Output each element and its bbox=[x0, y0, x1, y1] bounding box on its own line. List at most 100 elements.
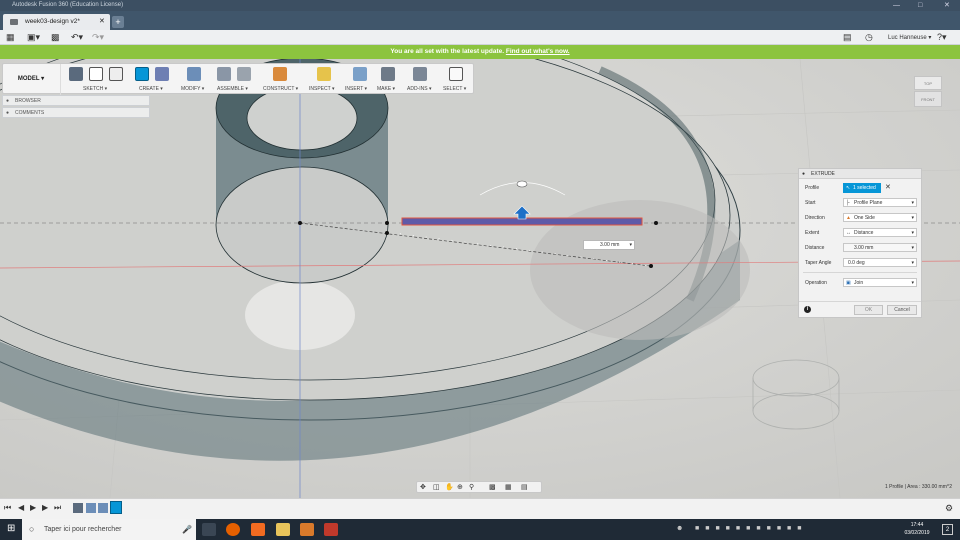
people-icon[interactable]: ☻ bbox=[676, 525, 683, 532]
timeline-settings-icon[interactable]: ⚙ bbox=[945, 503, 953, 514]
clear-selection-icon[interactable]: ✕ bbox=[885, 183, 891, 191]
orbit-icon[interactable]: ✥ bbox=[420, 483, 426, 491]
look-at-icon[interactable]: ◫ bbox=[433, 483, 440, 491]
sketch-menu[interactable]: SKETCH ▾ bbox=[83, 86, 107, 92]
app-icon[interactable] bbox=[300, 523, 314, 536]
extrude-icon[interactable] bbox=[135, 67, 149, 81]
pan-icon[interactable]: ✋ bbox=[445, 483, 454, 491]
play-icon[interactable]: ▶ bbox=[30, 503, 36, 512]
new-tab-button[interactable]: + bbox=[112, 16, 124, 28]
app-icon[interactable] bbox=[324, 523, 338, 536]
construct-group[interactable]: CONSTRUCT ▾ bbox=[261, 64, 305, 95]
extrude-title-bar[interactable]: ● EXTRUDE bbox=[799, 169, 921, 179]
scripts-icon[interactable] bbox=[413, 67, 427, 81]
ok-button[interactable]: OK bbox=[854, 305, 883, 315]
create-sketch-icon[interactable] bbox=[69, 67, 83, 81]
task-view-icon[interactable] bbox=[202, 523, 216, 536]
file-explorer-icon[interactable] bbox=[276, 523, 290, 536]
joint-icon[interactable] bbox=[237, 67, 251, 81]
collapse-icon[interactable]: ● bbox=[802, 169, 805, 179]
taskbar-search[interactable]: ○ Taper ici pour rechercher 🎤 bbox=[22, 519, 196, 540]
measure-icon[interactable] bbox=[317, 67, 331, 81]
banner-link[interactable]: Find out what's now. bbox=[506, 48, 570, 55]
zoom-icon[interactable]: ⊕ bbox=[457, 483, 463, 491]
offset-plane-icon[interactable] bbox=[273, 67, 287, 81]
viewcube[interactable]: TOP FRONT bbox=[914, 76, 942, 108]
profile-selection-button[interactable]: ↖ 1 selected bbox=[843, 183, 881, 193]
assemble-menu[interactable]: ASSEMBLE ▾ bbox=[217, 86, 248, 92]
new-component-icon[interactable] bbox=[217, 67, 231, 81]
viewcube-top[interactable]: TOP bbox=[914, 76, 942, 90]
press-pull-icon[interactable] bbox=[187, 67, 201, 81]
sketch-group[interactable]: SKETCH ▾ bbox=[61, 64, 127, 95]
rectangle-icon[interactable] bbox=[109, 67, 123, 81]
save-icon[interactable]: ▩ bbox=[51, 32, 60, 43]
undo-icon[interactable]: ↶▾ bbox=[71, 32, 83, 43]
redo-icon[interactable]: ↷▾ bbox=[92, 32, 104, 43]
info-icon[interactable]: i bbox=[804, 306, 811, 313]
firefox-icon[interactable] bbox=[226, 523, 240, 536]
insert-image-icon[interactable] bbox=[353, 67, 367, 81]
taper-angle-input[interactable]: 0.0 deg ▾ bbox=[843, 258, 917, 267]
job-status-icon[interactable]: ▤ bbox=[843, 32, 852, 43]
timeline-extrude-icon[interactable] bbox=[98, 503, 108, 513]
expand-icon[interactable]: ● bbox=[6, 108, 9, 118]
viewports-icon[interactable]: ▤ bbox=[521, 483, 528, 491]
maximize-icon[interactable]: □ bbox=[918, 0, 922, 11]
select-group[interactable]: SELECT ▾ bbox=[441, 64, 473, 95]
distance-input[interactable]: 3.00 mm ▾ bbox=[843, 243, 917, 252]
workspace-switcher[interactable]: MODEL ▾ bbox=[3, 64, 61, 95]
direction-select[interactable]: ▲ One Side ▾ bbox=[843, 213, 917, 222]
timeline-active-feature-icon[interactable] bbox=[110, 501, 122, 514]
clock-icon[interactable]: ◷ bbox=[865, 32, 873, 43]
select-icon[interactable] bbox=[449, 67, 463, 81]
microphone-icon[interactable]: 🎤 bbox=[182, 519, 192, 540]
3d-print-icon[interactable] bbox=[381, 67, 395, 81]
user-menu[interactable]: Luc Hanneuse ▾ bbox=[888, 34, 931, 41]
create-menu[interactable]: CREATE ▾ bbox=[139, 86, 163, 92]
document-tab[interactable]: week03-design v2* ✕ bbox=[3, 14, 110, 30]
start-select[interactable]: ├ Profile Plane ▾ bbox=[843, 198, 917, 207]
create-group[interactable]: CREATE ▾ bbox=[131, 64, 175, 95]
fusion-360-icon[interactable] bbox=[251, 523, 265, 536]
grid-settings-icon[interactable]: ▦ bbox=[505, 483, 512, 491]
addins-menu[interactable]: ADD-INS ▾ bbox=[407, 86, 431, 92]
modify-group[interactable]: MODIFY ▾ bbox=[179, 64, 215, 95]
close-tab-icon[interactable]: ✕ bbox=[99, 14, 105, 30]
comments-panel[interactable]: ● COMMENTS bbox=[2, 107, 150, 118]
inspect-group[interactable]: INSPECT ▾ bbox=[307, 64, 345, 95]
viewcube-front[interactable]: FRONT bbox=[914, 91, 942, 107]
modify-menu[interactable]: MODIFY ▾ bbox=[181, 86, 204, 92]
workspace-label[interactable]: MODEL ▾ bbox=[7, 68, 55, 90]
insert-group[interactable]: INSERT ▾ bbox=[345, 64, 375, 95]
cancel-button[interactable]: Cancel bbox=[887, 305, 917, 315]
go-to-start-icon[interactable]: ⏮ bbox=[4, 503, 11, 513]
addins-group[interactable]: ADD-INS ▾ bbox=[405, 64, 439, 95]
assemble-group[interactable]: ASSEMBLE ▾ bbox=[215, 64, 261, 95]
close-window-icon[interactable]: ✕ bbox=[944, 0, 950, 11]
construct-menu[interactable]: CONSTRUCT ▾ bbox=[263, 86, 298, 92]
windows-start-icon[interactable]: ⊞ bbox=[7, 523, 15, 534]
fit-icon[interactable]: ⚲ bbox=[469, 483, 474, 491]
extent-select[interactable]: ↔ Distance ▾ bbox=[843, 228, 917, 237]
taskbar-clock[interactable]: 17:44 03/02/2019 bbox=[898, 521, 936, 537]
inspect-menu[interactable]: INSPECT ▾ bbox=[309, 86, 334, 92]
expand-icon[interactable]: ● bbox=[6, 96, 9, 106]
chevron-down-icon[interactable]: ▾ bbox=[629, 241, 632, 250]
notification-center-icon[interactable]: 2 bbox=[942, 524, 953, 535]
step-back-icon[interactable]: ◀ bbox=[18, 503, 24, 512]
pattern-icon[interactable] bbox=[155, 67, 169, 81]
line-icon[interactable] bbox=[89, 67, 103, 81]
system-tray-icons[interactable]: ■■■■■■■■■■■ bbox=[695, 525, 808, 532]
step-forward-icon[interactable]: ▶ bbox=[42, 503, 48, 512]
distance-manipulator-input[interactable]: 3.00 mm ▾ bbox=[583, 240, 635, 250]
insert-menu[interactable]: INSERT ▾ bbox=[345, 86, 367, 92]
display-settings-icon[interactable]: ▩ bbox=[489, 483, 496, 491]
file-menu-icon[interactable]: ▣▾ bbox=[27, 32, 40, 43]
timeline-sketch-icon[interactable] bbox=[73, 503, 83, 513]
make-group[interactable]: MAKE ▾ bbox=[375, 64, 403, 95]
minimize-icon[interactable]: — bbox=[893, 0, 900, 11]
timeline-extrude-icon[interactable] bbox=[86, 503, 96, 513]
select-menu[interactable]: SELECT ▾ bbox=[443, 86, 466, 92]
app-grid-icon[interactable]: ▦ bbox=[6, 32, 15, 43]
